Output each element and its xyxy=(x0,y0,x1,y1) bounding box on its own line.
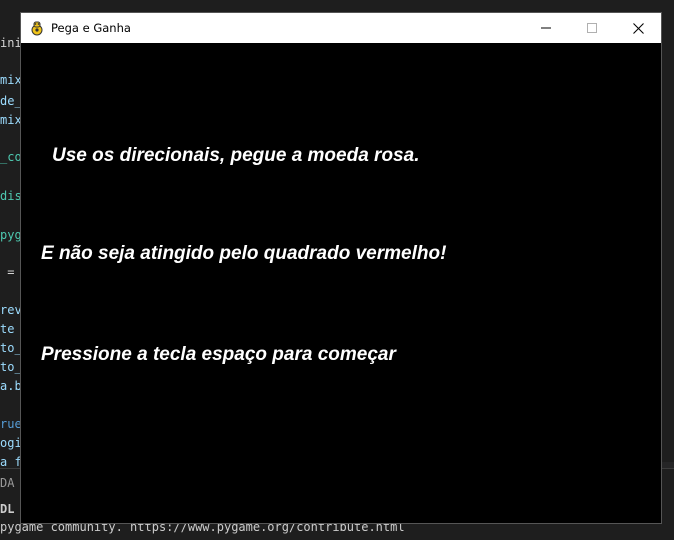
maximize-button[interactable] xyxy=(569,13,615,43)
window-titlebar[interactable]: Pega e Ganha xyxy=(21,13,661,43)
game-canvas[interactable]: Use os direcionais, pegue a moeda rosa. … xyxy=(21,43,661,523)
code-line-fragment: de_ xyxy=(0,94,22,108)
code-line-fragment: to_ xyxy=(0,360,22,374)
code-line-fragment: to_ xyxy=(0,341,22,355)
code-line-fragment: a_f xyxy=(0,455,22,469)
terminal-tab-label[interactable]: DL xyxy=(0,502,14,516)
code-line-fragment: = xyxy=(0,265,15,279)
close-icon xyxy=(632,22,644,34)
start-prompt: Pressione a tecla espaço para começar xyxy=(41,344,396,365)
pygame-snake-icon xyxy=(29,20,45,36)
editor-top-strip xyxy=(0,0,674,12)
close-button[interactable] xyxy=(615,13,661,43)
code-line-fragment: ini xyxy=(0,36,22,50)
code-line-fragment: rev xyxy=(0,303,22,317)
instruction-line-2: E não seja atingido pelo quadrado vermel… xyxy=(41,243,447,264)
pygame-window[interactable]: Pega e Ganha Use os direcionais, pegue a… xyxy=(21,13,661,523)
terminal-tab-label[interactable]: DA xyxy=(0,476,14,490)
code-line-fragment: _co xyxy=(0,150,22,164)
editor-right-gutter xyxy=(661,12,674,462)
maximize-icon xyxy=(587,23,597,33)
code-line-fragment: pyg xyxy=(0,228,22,242)
code-line-fragment: dis xyxy=(0,189,22,203)
window-controls xyxy=(523,13,661,43)
minimize-icon xyxy=(541,27,551,29)
code-line-fragment: ogi xyxy=(0,436,22,450)
minimize-button[interactable] xyxy=(523,13,569,43)
code-line-fragment: mix xyxy=(0,73,22,87)
code-line-fragment: rue xyxy=(0,417,22,431)
code-line-fragment: te xyxy=(0,322,15,336)
instruction-line-1: Use os direcionais, pegue a moeda rosa. xyxy=(52,145,420,166)
code-line-fragment: mix xyxy=(0,113,22,127)
code-line-fragment: a.b xyxy=(0,379,22,393)
window-title: Pega e Ganha xyxy=(51,21,131,35)
